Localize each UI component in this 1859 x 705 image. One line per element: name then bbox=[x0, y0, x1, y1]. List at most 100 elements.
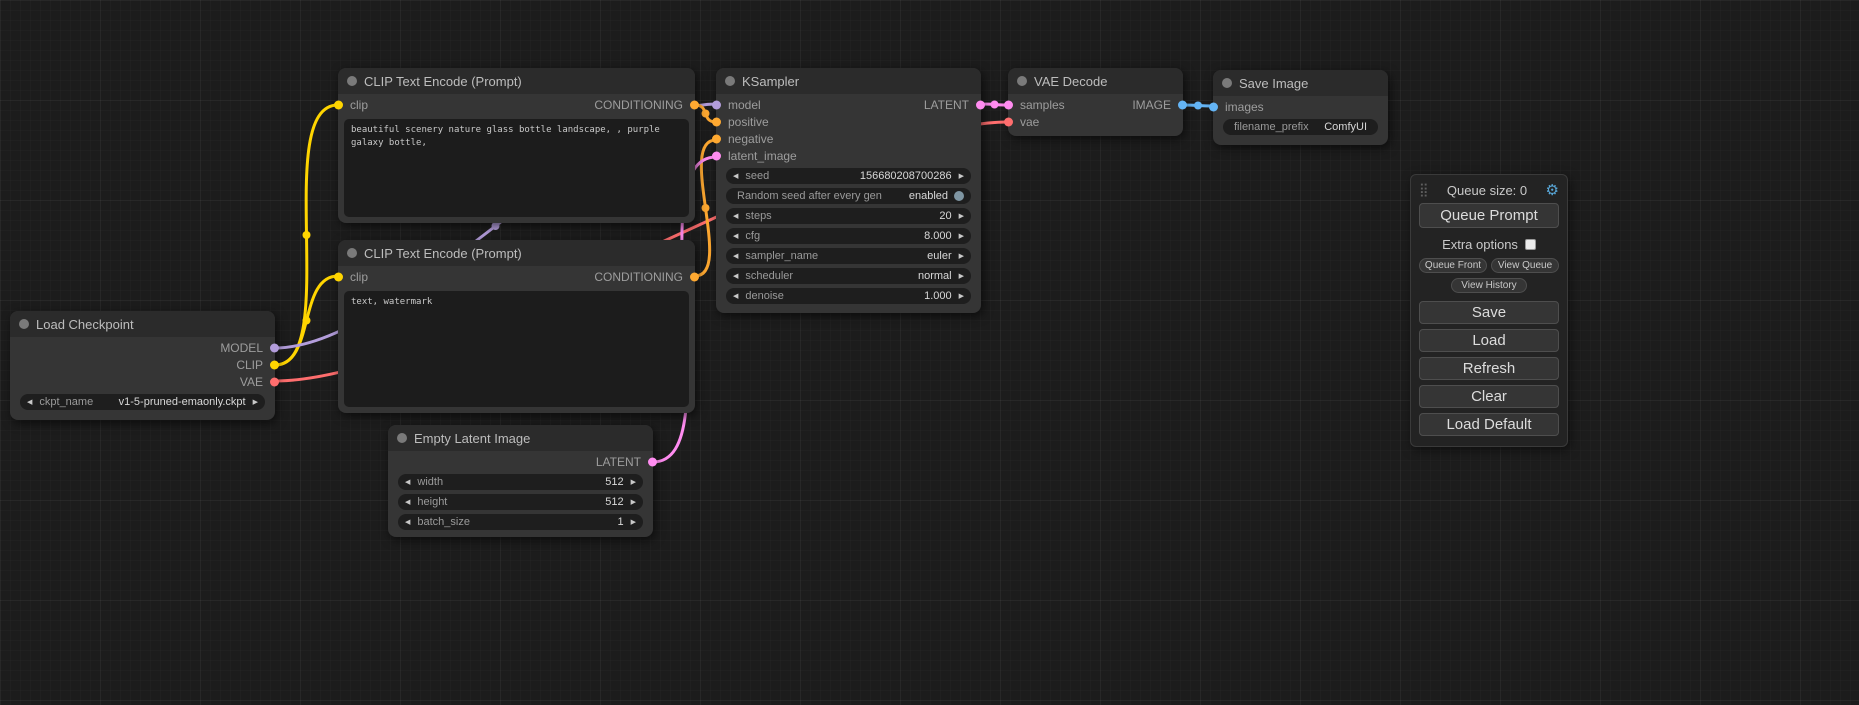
refresh-button[interactable]: Refresh bbox=[1419, 357, 1559, 380]
widget-label: batch_size bbox=[417, 516, 470, 528]
wire-midpoint-dot bbox=[492, 222, 500, 230]
widget-denoise[interactable]: ◀ denoise 1.000 ▶ bbox=[726, 288, 971, 304]
wire-midpoint-dot bbox=[702, 110, 710, 118]
input-port-model[interactable] bbox=[712, 100, 721, 109]
decrement-icon[interactable]: ◀ bbox=[733, 293, 738, 300]
toggle-dot-icon[interactable] bbox=[954, 191, 964, 201]
collapse-dot[interactable] bbox=[1222, 78, 1232, 88]
collapse-dot[interactable] bbox=[19, 319, 29, 329]
output-port-conditioning[interactable] bbox=[690, 272, 699, 281]
output-port-image[interactable] bbox=[1178, 100, 1187, 109]
io-slot-row: model LATENT bbox=[716, 96, 981, 113]
collapse-dot[interactable] bbox=[347, 76, 357, 86]
decrement-icon[interactable]: ◀ bbox=[405, 519, 410, 526]
save-button[interactable]: Save bbox=[1419, 301, 1559, 324]
prompt-textarea[interactable]: beautiful scenery nature glass bottle la… bbox=[344, 119, 689, 217]
node-title-bar[interactable]: KSampler bbox=[716, 68, 981, 94]
input-port-samples[interactable] bbox=[1004, 100, 1013, 109]
increment-icon[interactable]: ▶ bbox=[959, 213, 964, 220]
output-slot-row: LATENT bbox=[388, 453, 653, 470]
widget-seed[interactable]: ◀ seed 156680208700286 ▶ bbox=[726, 168, 971, 184]
node-vae-decode[interactable]: VAE Decode samples IMAGE vae bbox=[1008, 68, 1183, 136]
decrement-icon[interactable]: ◀ bbox=[733, 213, 738, 220]
decrement-icon[interactable]: ◀ bbox=[733, 273, 738, 280]
output-slot-label: LATENT bbox=[596, 455, 641, 469]
widget-height[interactable]: ◀ height 512 ▶ bbox=[398, 494, 643, 510]
queue-prompt-button[interactable]: Queue Prompt bbox=[1419, 203, 1559, 228]
increment-icon[interactable]: ▶ bbox=[959, 273, 964, 280]
settings-gear-icon[interactable]: ⚙ bbox=[1546, 183, 1559, 198]
node-empty-latent-image[interactable]: Empty Latent Image LATENT ◀ width 512 ▶ … bbox=[388, 425, 653, 537]
input-port-negative[interactable] bbox=[712, 134, 721, 143]
output-port-vae[interactable] bbox=[270, 377, 279, 386]
increment-icon[interactable]: ▶ bbox=[959, 173, 964, 180]
output-slot-label: CONDITIONING bbox=[594, 270, 683, 284]
prompt-textarea[interactable]: text, watermark bbox=[344, 291, 689, 407]
node-save-image[interactable]: Save Image images filename_prefix ComfyU… bbox=[1213, 70, 1388, 145]
input-slot-row: negative bbox=[716, 130, 981, 147]
widget-width[interactable]: ◀ width 512 ▶ bbox=[398, 474, 643, 490]
input-port-clip[interactable] bbox=[334, 100, 343, 109]
widget-sampler-name[interactable]: ◀ sampler_name euler ▶ bbox=[726, 248, 971, 264]
decrement-icon[interactable]: ◀ bbox=[405, 479, 410, 486]
decrement-icon[interactable]: ◀ bbox=[733, 253, 738, 260]
node-title-bar[interactable]: Save Image bbox=[1213, 70, 1388, 96]
increment-icon[interactable]: ▶ bbox=[253, 399, 258, 406]
output-port-latent[interactable] bbox=[976, 100, 985, 109]
widget-filename-prefix[interactable]: filename_prefix ComfyUI bbox=[1223, 119, 1378, 135]
input-port-images[interactable] bbox=[1209, 102, 1218, 111]
output-port-model[interactable] bbox=[270, 343, 279, 352]
wire-midpoint-dot bbox=[303, 317, 311, 325]
view-history-button[interactable]: View History bbox=[1451, 278, 1527, 293]
increment-icon[interactable]: ▶ bbox=[959, 293, 964, 300]
increment-icon[interactable]: ▶ bbox=[631, 479, 636, 486]
node-clip-text-encode-negative[interactable]: CLIP Text Encode (Prompt) clip CONDITION… bbox=[338, 240, 695, 413]
drag-handle-icon[interactable]: ⣿ bbox=[1419, 182, 1429, 198]
load-default-button[interactable]: Load Default bbox=[1419, 413, 1559, 436]
load-button[interactable]: Load bbox=[1419, 329, 1559, 352]
decrement-icon[interactable]: ◀ bbox=[733, 173, 738, 180]
queue-panel[interactable]: ⣿ Queue size: 0 ⚙ Queue Prompt Extra opt… bbox=[1410, 174, 1568, 447]
node-title-bar[interactable]: CLIP Text Encode (Prompt) bbox=[338, 240, 695, 266]
node-title-bar[interactable]: CLIP Text Encode (Prompt) bbox=[338, 68, 695, 94]
node-graph-canvas[interactable]: Load Checkpoint MODEL CLIP VAE ◀ ckpt_na… bbox=[0, 0, 1859, 705]
widget-ckpt-name[interactable]: ◀ ckpt_name v1-5-pruned-emaonly.ckpt ▶ bbox=[20, 394, 265, 410]
decrement-icon[interactable]: ◀ bbox=[27, 399, 32, 406]
output-port-clip[interactable] bbox=[270, 360, 279, 369]
widget-label: height bbox=[417, 496, 447, 508]
output-port-conditioning[interactable] bbox=[690, 100, 699, 109]
clear-button[interactable]: Clear bbox=[1419, 385, 1559, 408]
widget-steps[interactable]: ◀ steps 20 ▶ bbox=[726, 208, 971, 224]
widget-batch-size[interactable]: ◀ batch_size 1 ▶ bbox=[398, 514, 643, 530]
collapse-dot[interactable] bbox=[347, 248, 357, 258]
increment-icon[interactable]: ▶ bbox=[959, 253, 964, 260]
output-port-latent[interactable] bbox=[648, 457, 657, 466]
decrement-icon[interactable]: ◀ bbox=[733, 233, 738, 240]
widget-scheduler[interactable]: ◀ scheduler normal ▶ bbox=[726, 268, 971, 284]
node-title: Save Image bbox=[1239, 76, 1308, 91]
node-title-bar[interactable]: Empty Latent Image bbox=[388, 425, 653, 451]
node-clip-text-encode-positive[interactable]: CLIP Text Encode (Prompt) clip CONDITION… bbox=[338, 68, 695, 223]
extra-options-checkbox[interactable] bbox=[1525, 239, 1536, 250]
increment-icon[interactable]: ▶ bbox=[959, 233, 964, 240]
collapse-dot[interactable] bbox=[1017, 76, 1027, 86]
collapse-dot[interactable] bbox=[725, 76, 735, 86]
decrement-icon[interactable]: ◀ bbox=[405, 499, 410, 506]
node-ksampler[interactable]: KSampler model LATENT positive negative … bbox=[716, 68, 981, 313]
view-queue-button[interactable]: View Queue bbox=[1491, 258, 1559, 273]
input-port-latent-image[interactable] bbox=[712, 151, 721, 160]
node-load-checkpoint[interactable]: Load Checkpoint MODEL CLIP VAE ◀ ckpt_na… bbox=[10, 311, 275, 420]
widget-value: enabled bbox=[909, 190, 948, 202]
node-title-bar[interactable]: Load Checkpoint bbox=[10, 311, 275, 337]
input-port-positive[interactable] bbox=[712, 117, 721, 126]
node-title-bar[interactable]: VAE Decode bbox=[1008, 68, 1183, 94]
increment-icon[interactable]: ▶ bbox=[631, 519, 636, 526]
collapse-dot[interactable] bbox=[397, 433, 407, 443]
widget-cfg[interactable]: ◀ cfg 8.000 ▶ bbox=[726, 228, 971, 244]
widget-random-seed-toggle[interactable]: Random seed after every gen enabled bbox=[726, 188, 971, 204]
input-port-vae[interactable] bbox=[1004, 117, 1013, 126]
input-port-clip[interactable] bbox=[334, 272, 343, 281]
increment-icon[interactable]: ▶ bbox=[631, 499, 636, 506]
queue-front-button[interactable]: Queue Front bbox=[1419, 258, 1487, 273]
widget-value: ComfyUI bbox=[1324, 121, 1367, 133]
